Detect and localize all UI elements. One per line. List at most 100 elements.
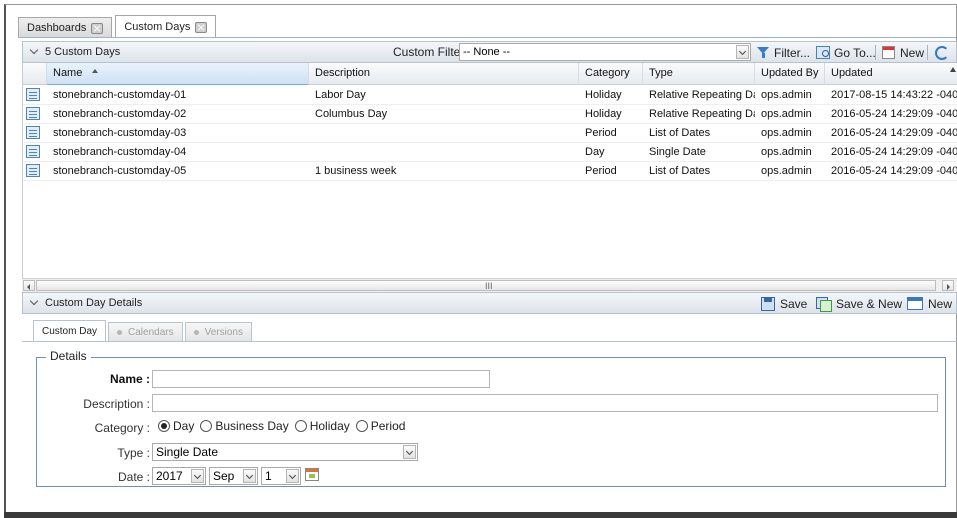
date-day-select[interactable]: 1 (261, 467, 301, 485)
new-button[interactable]: New (882, 44, 924, 61)
cell-description (309, 124, 579, 143)
scroll-right-icon[interactable] (942, 280, 954, 291)
custom-day-icon (26, 126, 40, 139)
cell-category: Period (585, 127, 617, 139)
column-header-name-label: Name (53, 67, 83, 79)
tab-dashboards[interactable]: Dashboards (18, 17, 113, 38)
calendar-picker-icon[interactable] (305, 468, 319, 481)
radio-icon[interactable] (200, 420, 213, 432)
scroll-up-icon[interactable] (950, 67, 956, 72)
category-option-day[interactable]: Day (158, 419, 194, 433)
category-option-holiday[interactable]: Holiday (294, 419, 350, 433)
name-field[interactable] (152, 370, 490, 388)
column-header-type[interactable]: Type (643, 63, 755, 85)
calendar-new-icon (882, 46, 895, 59)
close-icon[interactable] (195, 21, 208, 33)
chevron-down-icon[interactable] (29, 46, 41, 58)
scroll-left-icon[interactable] (23, 280, 35, 291)
date-year-select[interactable]: 2017 (152, 467, 206, 485)
cell-updated: 2016-05-24 14:29:09 -0400 (831, 127, 957, 139)
new-details-button[interactable]: New (907, 295, 952, 312)
cell-updated-by: ops.admin (761, 108, 812, 120)
type-select[interactable]: Single Date (152, 443, 418, 461)
filter-button-label: Filter... (774, 45, 811, 60)
cell-category: Period (585, 165, 617, 177)
tab-custom-day[interactable]: Custom Day (33, 320, 107, 342)
cell-updated-by: ops.admin (761, 165, 812, 177)
cell-updated: 2016-05-24 14:29:09 -0400 (831, 165, 957, 177)
chevron-down-icon[interactable] (403, 445, 416, 459)
cell-updated: 2017-08-15 14:43:22 -0400 (831, 89, 957, 101)
name-label: Name : (109, 372, 150, 386)
custom-day-icon (26, 145, 40, 158)
table-row[interactable]: stonebranch-customday-03 Period List of … (23, 124, 957, 143)
scrollbar-thumb[interactable]: III (36, 280, 936, 291)
chevron-down-icon[interactable] (736, 45, 749, 59)
chevron-down-icon[interactable] (29, 297, 41, 309)
custom-filter-value: -- None -- (463, 46, 511, 58)
custom-day-icon (26, 88, 40, 101)
refresh-icon (935, 45, 949, 60)
tab-versions[interactable]: Versions (184, 322, 252, 342)
cell-updated-by: ops.admin (761, 146, 812, 158)
horizontal-scrollbar[interactable]: III (22, 278, 957, 292)
save-and-new-label: Save & New (836, 296, 903, 311)
save-button-label: Save (780, 296, 808, 311)
date-month-select[interactable]: Sep (209, 467, 258, 485)
new-details-label: New (928, 296, 953, 311)
details-panel-title: Custom Day Details (45, 297, 143, 309)
category-option-label: Holiday (309, 419, 350, 433)
chevron-down-icon[interactable] (286, 469, 299, 483)
new-button-label: New (900, 45, 925, 60)
filter-icon (757, 46, 770, 59)
table-row[interactable]: stonebranch-customday-01 Labor Day Holid… (23, 86, 957, 105)
custom-days-grid: Name Description Category Type Updated B… (22, 63, 957, 278)
cell-description: Columbus Day (315, 108, 388, 120)
radio-icon[interactable] (294, 420, 307, 432)
radio-icon[interactable] (355, 420, 368, 432)
category-option-label: Period (370, 419, 406, 433)
refresh-button[interactable] (935, 44, 949, 61)
close-icon[interactable] (91, 22, 104, 34)
toolbar-separator (927, 45, 928, 60)
column-header-category[interactable]: Category (579, 63, 643, 85)
disabled-dot-icon (193, 330, 199, 335)
cell-name: stonebranch-customday-04 (53, 146, 187, 158)
description-field[interactable] (152, 394, 938, 412)
save-button[interactable]: Save (761, 295, 807, 312)
category-option-period[interactable]: Period (355, 419, 406, 433)
column-header-updated-by[interactable]: Updated By (755, 63, 825, 85)
cell-updated-by: ops.admin (761, 127, 812, 139)
header-icon-col (23, 63, 47, 85)
column-header-name[interactable]: Name (47, 63, 309, 85)
description-label: Description : (83, 397, 150, 411)
column-header-description[interactable]: Description (309, 63, 579, 85)
filter-button[interactable]: Filter... (757, 44, 810, 61)
save-icon (761, 296, 775, 311)
cell-name: stonebranch-customday-02 (53, 108, 187, 120)
save-and-new-button[interactable]: Save & New (816, 295, 902, 312)
column-header-updated[interactable]: Updated (825, 63, 957, 85)
table-row[interactable]: stonebranch-customday-05 1 business week… (23, 162, 957, 181)
tab-calendars[interactable]: Calendars (108, 322, 183, 342)
goto-button[interactable]: Go To... (816, 44, 876, 61)
radio-checked-icon[interactable] (158, 420, 170, 432)
tab-custom-days[interactable]: Custom Days (115, 15, 217, 38)
details-tabs-divider (22, 341, 957, 342)
toolbar-separator (875, 45, 876, 60)
new-window-icon (907, 297, 923, 310)
custom-filter-select[interactable]: -- None -- (459, 43, 751, 61)
chevron-down-icon[interactable] (243, 469, 256, 483)
cell-description: Labor Day (315, 89, 366, 101)
cell-type: Relative Repeating Date (649, 89, 755, 101)
table-row[interactable]: stonebranch-customday-04 Day Single Date… (23, 143, 957, 162)
category-option-business-day[interactable]: Business Day (200, 419, 289, 433)
column-header-updated-label: Updated (831, 67, 873, 79)
table-row[interactable]: stonebranch-customday-02 Columbus Day Ho… (23, 105, 957, 124)
cell-name: stonebranch-customday-03 (53, 127, 187, 139)
window-tab-strip: Dashboards Custom Days (18, 14, 219, 38)
chevron-down-icon[interactable] (191, 469, 204, 483)
tab-custom-day-label: Custom Day (42, 326, 98, 337)
cell-type: Relative Repeating Date (649, 108, 755, 120)
cell-updated-by: ops.admin (761, 89, 812, 101)
